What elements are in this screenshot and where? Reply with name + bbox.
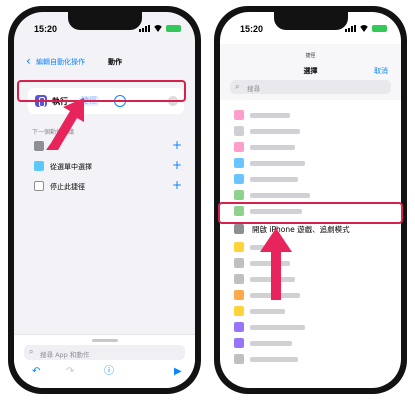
blurred-label <box>250 113 290 118</box>
stop-icon <box>34 181 44 191</box>
shortcut-icon <box>234 126 244 136</box>
blurred-label <box>250 145 295 150</box>
shortcut-list: 開啟 iPhone 遊戲、追劇模式 <box>220 107 401 367</box>
undo-icon[interactable]: ↶ <box>32 366 40 378</box>
action-search-sheet: ⌕ 搜尋 App 和動作 ↶ ↷ ⓘ ▶ <box>14 334 195 388</box>
shortcut-icon <box>234 338 244 348</box>
blurred-label <box>250 161 305 166</box>
screenshot-stage: 15:20 ‹ 編輯自動化操作 動作 執行 捷徑 › × 下一個動作建議 + 從… <box>0 0 415 400</box>
cancel-button[interactable]: 取消 <box>374 66 388 76</box>
shortcut-icon <box>234 110 244 120</box>
list-item[interactable]: 停止此捷徑 + <box>28 176 184 196</box>
signal-icon <box>139 25 150 32</box>
list-item[interactable] <box>220 155 401 171</box>
chevron-left-icon[interactable]: ‹ <box>26 55 31 67</box>
shortcut-icon <box>234 174 244 184</box>
list-item[interactable] <box>220 271 401 287</box>
search-icon: ⌕ <box>235 82 240 91</box>
shortcut-icon <box>234 142 244 152</box>
highlight-callout-run-shortcut <box>17 80 186 102</box>
shortcut-icon <box>234 290 244 300</box>
blurred-label <box>250 357 298 362</box>
list-item-label: 停止此捷徑 <box>50 183 85 191</box>
blurred-label <box>250 261 290 266</box>
blurred-label <box>250 193 310 198</box>
search-icon: ⌕ <box>29 347 34 356</box>
blurred-label <box>250 277 295 282</box>
page-title: 動作 <box>108 58 122 66</box>
list-item[interactable]: + <box>28 136 184 156</box>
blurred-label <box>250 341 292 346</box>
battery-icon <box>372 25 387 32</box>
next-action-header: 下一個動作建議 <box>32 129 75 136</box>
list-item[interactable] <box>220 303 401 319</box>
list-item[interactable] <box>220 319 401 335</box>
redo-icon[interactable]: ↷ <box>66 366 74 378</box>
list-item[interactable] <box>220 255 401 271</box>
shortcut-icon <box>234 190 244 200</box>
status-bar: 15:20 <box>14 12 195 42</box>
add-icon[interactable]: + <box>172 138 182 152</box>
list-item-label: 從選單中選擇 <box>50 163 92 171</box>
blurred-label <box>250 245 280 250</box>
list-item[interactable] <box>220 139 401 155</box>
wifi-icon <box>359 25 369 32</box>
nav-bar: ‹ 編輯自動化操作 動作 <box>14 54 195 72</box>
search-placeholder: 搜尋 App 和動作 <box>40 351 90 359</box>
list-item[interactable] <box>220 351 401 367</box>
search-placeholder: 搜尋 <box>247 85 260 93</box>
blurred-label <box>250 325 305 330</box>
shortcut-icon <box>234 274 244 284</box>
list-item[interactable] <box>220 171 401 187</box>
status-icons <box>345 25 387 32</box>
next-action-list: + 從選單中選擇 + 停止此捷徑 + <box>28 136 184 196</box>
action-icon <box>34 141 44 151</box>
notch <box>68 12 142 30</box>
list-item[interactable] <box>220 239 401 255</box>
wifi-icon <box>153 25 163 32</box>
blurred-label <box>250 177 298 182</box>
shortcut-icon <box>234 158 244 168</box>
status-time: 15:20 <box>240 24 264 34</box>
blurred-label <box>250 129 300 134</box>
play-icon[interactable]: ▶ <box>174 366 182 378</box>
signal-icon <box>345 25 356 32</box>
highlight-callout-selected-shortcut <box>218 202 403 224</box>
status-time: 15:20 <box>34 24 58 34</box>
list-item[interactable] <box>220 107 401 123</box>
shortcut-icon <box>234 242 244 252</box>
notch <box>274 12 348 30</box>
list-item[interactable] <box>220 335 401 351</box>
info-icon[interactable]: ⓘ <box>104 366 114 378</box>
blurred-label <box>250 293 300 298</box>
right-screen: 15:20 捷徑 選擇 取消 ⌕ 搜尋 開啟 iPhone 遊戲、追劇模式 <box>220 12 401 388</box>
list-item[interactable] <box>220 287 401 303</box>
status-bar: 15:20 <box>220 12 401 42</box>
back-button[interactable]: 編輯自動化操作 <box>36 57 85 67</box>
left-phone: 15:20 ‹ 編輯自動化操作 動作 執行 捷徑 › × 下一個動作建議 + 從… <box>8 6 201 394</box>
highlighted-shortcut-label: 開啟 iPhone 遊戲、追劇模式 <box>252 225 350 234</box>
search-input[interactable]: ⌕ 搜尋 <box>230 80 391 94</box>
sheet-grabber[interactable] <box>92 339 118 342</box>
search-input[interactable]: ⌕ 搜尋 App 和動作 <box>24 345 185 360</box>
list-item[interactable] <box>220 123 401 139</box>
list-item[interactable] <box>220 187 401 203</box>
blurred-label <box>250 309 285 314</box>
right-phone: 15:20 捷徑 選擇 取消 ⌕ 搜尋 開啟 iPhone 遊戲、追劇模式 <box>214 6 407 394</box>
menu-icon <box>34 161 44 171</box>
left-screen: 15:20 ‹ 編輯自動化操作 動作 執行 捷徑 › × 下一個動作建議 + 從… <box>14 12 195 388</box>
add-icon[interactable]: + <box>172 158 182 172</box>
battery-icon <box>166 25 181 32</box>
shortcut-icon <box>234 224 244 234</box>
shortcut-icon <box>234 258 244 268</box>
shortcut-icon <box>234 354 244 364</box>
picker-subtitle: 捷徑 <box>305 53 316 59</box>
shortcut-icon <box>234 306 244 316</box>
add-icon[interactable]: + <box>172 178 182 192</box>
list-item[interactable]: 從選單中選擇 + <box>28 156 184 176</box>
shortcut-icon <box>234 322 244 332</box>
status-icons <box>139 25 181 32</box>
